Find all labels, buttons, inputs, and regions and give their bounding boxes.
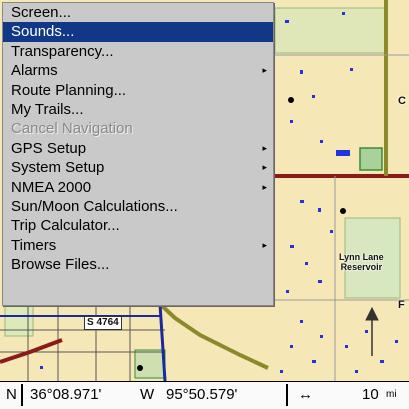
menu-item-cancel-navigation: Cancel Navigation (3, 119, 273, 138)
submenu-arrow-icon: ▸ (262, 239, 267, 250)
menu-item-label: Route Planning... (11, 81, 127, 99)
status-bar: N 36°08.971' W 95°50.579' ↔ 10 mi (0, 381, 409, 409)
park-area (134, 349, 166, 379)
reservoir-label-line: Lynn Lane (339, 252, 384, 262)
menu-item-label: GPS Setup (11, 139, 87, 157)
longitude-hemisphere: W (140, 386, 155, 403)
map-label: C (398, 95, 406, 107)
menu-item-system-setup[interactable]: System Setup ▸ (3, 158, 273, 177)
menu-item-label: Screen... (11, 4, 72, 21)
latitude-hemisphere: N (6, 386, 17, 403)
menu-item-label: Transparency... (11, 42, 114, 60)
menu-item-nmea-2000[interactable]: NMEA 2000 ▸ (3, 178, 273, 197)
submenu-arrow-icon: ▸ (262, 162, 267, 173)
menu-item-label: Sun/Moon Calculations... (11, 197, 178, 215)
menu-item-sun-moon-calculations[interactable]: Sun/Moon Calculations... (3, 197, 273, 216)
road-shield-icon: S 4764 (84, 316, 122, 330)
menu-item-sounds[interactable]: Sounds... (3, 22, 273, 42)
longitude-value: 95°50.579' (166, 386, 238, 403)
reservoir-label-line: Reservoir (340, 262, 383, 272)
submenu-arrow-icon: ▸ (262, 181, 267, 192)
submenu-arrow-icon: ▸ (262, 142, 267, 153)
menu-item-alarms[interactable]: Alarms ▸ (3, 61, 273, 80)
menu-item-timers[interactable]: Timers ▸ (3, 236, 273, 255)
zoom-scale-unit: mi (386, 389, 397, 400)
map-label: F (398, 299, 405, 311)
gps-screen: C F Lynn Lane Reservoir S 4764 Screen...… (0, 0, 409, 409)
menu-item-screen[interactable]: Screen... (3, 3, 273, 22)
park-area (359, 147, 383, 171)
menu-item-browse-files[interactable]: Browse Files... (3, 255, 273, 274)
highway (158, 302, 269, 370)
latitude-value: 36°08.971' (30, 386, 102, 403)
menu-item-label: NMEA 2000 (11, 178, 92, 196)
menu-item-my-trails[interactable]: My Trails... (3, 100, 273, 119)
menu-item-gps-setup[interactable]: GPS Setup ▸ (3, 139, 273, 158)
menu-item-label: Cancel Navigation (11, 120, 133, 138)
menu-item-label: System Setup (11, 159, 105, 177)
menu-item-label: Timers (11, 236, 57, 254)
park-area (4, 305, 34, 337)
major-road (0, 338, 63, 364)
reservoir-label: Lynn Lane Reservoir (339, 252, 384, 272)
scale-icon: ↔ (298, 386, 313, 403)
menu-item-label: Trip Calculator... (11, 217, 120, 235)
submenu-arrow-icon: ▸ (262, 65, 267, 76)
main-menu: Screen... Sounds... Transparency... Alarms ▸… (2, 2, 274, 306)
park-area (274, 7, 386, 54)
menu-item-transparency[interactable]: Transparency... (3, 42, 273, 61)
menu-item-route-planning[interactable]: Route Planning... (3, 81, 273, 100)
menu-item-label: Alarms (11, 62, 58, 80)
menu-item-label: Browse Files... (11, 256, 110, 274)
menu-item-trip-calculator[interactable]: Trip Calculator... (3, 216, 273, 235)
menu-item-label: Sounds... (11, 23, 75, 41)
status-divider (286, 384, 288, 406)
zoom-scale-value: 10 (362, 386, 379, 403)
menu-item-label: My Trails... (11, 100, 84, 118)
status-divider (21, 384, 23, 406)
